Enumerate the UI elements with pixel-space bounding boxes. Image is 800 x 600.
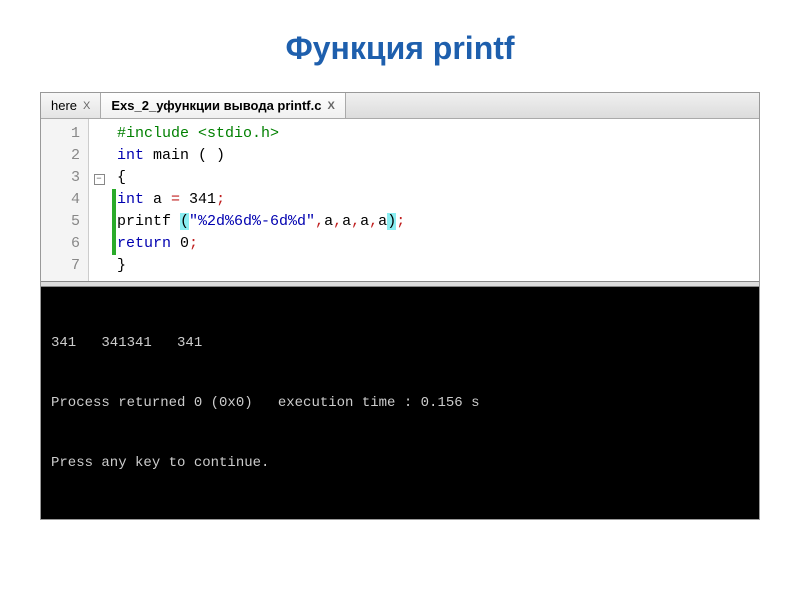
line-number: 3 [41,167,88,189]
change-marker [112,233,116,255]
code-line: printf ("%2d%6d%-6d%d",a,a,a,a); [117,211,759,233]
code-line: #include <stdio.h> [117,123,759,145]
line-number: 4 [41,189,88,211]
code-line: } [117,255,759,277]
line-number-gutter: 1 2 3 4 5 6 7 [41,119,89,281]
line-number: 2 [41,145,88,167]
tab-bar: here X Exs_2_уфункции вывода printf.c X [41,93,759,119]
tab-label: here [51,98,77,113]
tab-here[interactable]: here X [41,93,101,118]
code-line: { [117,167,759,189]
code-editor[interactable]: 1 2 3 4 5 6 7 − #include <stdio.h> int m… [41,119,759,281]
code-content[interactable]: #include <stdio.h> int main ( ) { int a … [109,119,759,281]
fold-column: − [89,119,109,281]
code-line: int main ( ) [117,145,759,167]
slide-title: Функция printf [40,30,760,67]
tab-label: Exs_2_уфункции вывода printf.c [111,98,321,113]
code-line: return 0; [117,233,759,255]
tab-printf-file[interactable]: Exs_2_уфункции вывода printf.c X [101,93,345,118]
close-icon[interactable]: X [327,100,334,112]
console-line: Press any key to continue. [51,453,749,473]
fold-toggle-icon[interactable]: − [94,174,105,185]
code-line: int a = 341; [117,189,759,211]
close-icon[interactable]: X [83,100,90,112]
line-number: 6 [41,233,88,255]
line-number: 7 [41,255,88,277]
ide-window: here X Exs_2_уфункции вывода printf.c X … [40,92,760,520]
change-marker [112,211,116,233]
change-marker [112,189,116,211]
console-line: Process returned 0 (0x0) execution time … [51,393,749,413]
console-output: 341 341341 341 Process returned 0 (0x0) … [41,287,759,519]
console-line: 341 341341 341 [51,333,749,353]
line-number: 5 [41,211,88,233]
line-number: 1 [41,123,88,145]
